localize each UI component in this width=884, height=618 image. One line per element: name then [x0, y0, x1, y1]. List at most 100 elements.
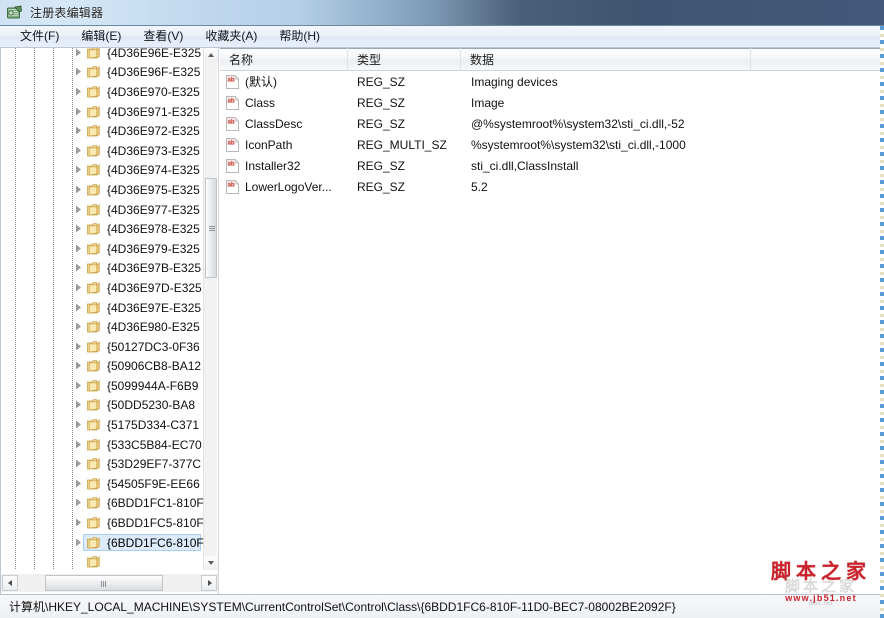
tree-node[interactable]: {4D36E97D-E325 [1, 278, 205, 298]
tree-node[interactable]: {4D36E972-E325 [1, 121, 205, 141]
tree-node[interactable]: {4D36E97B-E325 [1, 259, 205, 279]
tree-node-label: {50DD5230-BA8 [107, 398, 196, 413]
tree-node[interactable]: {4D36E978-E325 [1, 219, 205, 239]
scroll-right-arrow-icon[interactable] [201, 575, 217, 591]
tree-node[interactable]: {4D36E96E-E325 [1, 48, 205, 63]
folder-icon [87, 340, 102, 353]
expand-arrow-icon[interactable] [74, 263, 83, 273]
expand-arrow-icon[interactable] [74, 498, 83, 508]
expand-arrow-icon[interactable] [74, 361, 83, 371]
expand-arrow-icon[interactable] [74, 205, 83, 214]
column-header-data[interactable]: 数据 [461, 48, 751, 71]
title-bar: 注册表编辑器 [0, 0, 884, 26]
scroll-left-arrow-icon[interactable] [2, 575, 18, 591]
content-area: {4D36E96E-E325 {4D36E96F-E325 {4D36E970-E3… [0, 48, 884, 594]
expand-arrow-icon[interactable] [74, 420, 83, 430]
tree-node[interactable]: {4D36E97E-E325 [1, 298, 205, 318]
value-name: Class [245, 95, 276, 110]
menu-favorites[interactable]: 收藏夹(A) [194, 27, 268, 46]
tree-node[interactable]: {4D36E971-E325 [1, 102, 205, 122]
tree-node[interactable]: {4D36E96F-E325 [1, 63, 205, 83]
tree-node-label: {4D36E97D-E325 [107, 280, 202, 295]
svg-text:ab: ab [228, 77, 235, 83]
table-row[interactable]: ab Class REG_SZ Image [220, 92, 884, 113]
table-row[interactable]: ab LowerLogoVer... REG_SZ 5.2 [220, 176, 884, 197]
folder-icon [87, 262, 102, 275]
expand-arrow-icon[interactable] [74, 126, 83, 136]
tree-node[interactable]: {4D36E977-E325 [1, 200, 205, 220]
expand-arrow-icon[interactable] [74, 146, 83, 155]
expand-arrow-icon[interactable] [74, 185, 83, 194]
tree-node-partial[interactable] [1, 552, 205, 570]
menu-edit[interactable]: 编辑(E) [70, 27, 132, 46]
expand-arrow-icon[interactable] [74, 440, 83, 449]
menu-file[interactable]: 文件(F) [9, 27, 70, 46]
expand-arrow-icon[interactable] [74, 303, 83, 312]
expand-arrow-icon[interactable] [74, 400, 83, 410]
expand-arrow-icon[interactable] [74, 342, 83, 351]
tree-node[interactable]: {4D36E980-E325 [1, 317, 205, 337]
tree-node[interactable]: {54505F9E-EE66 [1, 474, 205, 494]
table-row[interactable]: ab Installer32 REG_SZ sti_ci.dll,ClassInsta… [220, 155, 884, 176]
expand-arrow-icon[interactable] [74, 283, 83, 292]
column-header-name[interactable]: 名称 [220, 48, 348, 71]
menu-help[interactable]: 帮助(H) [268, 27, 331, 46]
registry-values-list: ab (默认) REG_SZ Imaging devices ab Class REG_SZ… [220, 71, 884, 197]
tree-node[interactable]: {50906CB8-BA12 [1, 357, 205, 377]
value-name: Installer32 [245, 158, 301, 173]
tree-node-label: {4D36E973-E325 [107, 143, 200, 158]
tree-node[interactable]: {4D36E973-E325 [1, 141, 205, 161]
folder-icon [87, 301, 102, 314]
expand-arrow-icon[interactable] [74, 224, 83, 234]
menu-view[interactable]: 查看(V) [132, 27, 194, 46]
expand-arrow-icon[interactable] [74, 165, 83, 175]
expand-arrow-icon[interactable] [74, 48, 83, 57]
column-header-filler [751, 48, 884, 71]
expand-arrow-icon[interactable] [74, 518, 83, 528]
tree-vertical-scrollbar[interactable] [203, 48, 218, 570]
folder-icon [87, 144, 102, 157]
tree-node[interactable]: {50127DC3-0F36 [1, 337, 205, 357]
tree-horizontal-scrollbar[interactable] [1, 574, 218, 592]
tree-node[interactable]: {4D36E979-E325 [1, 239, 205, 259]
tree-node[interactable]: {5175D334-C371 [1, 415, 205, 435]
table-row[interactable]: ab ClassDesc REG_SZ @%systemroot%\system32\… [220, 113, 884, 134]
tree-node-label: {4D36E96F-E325 [107, 65, 201, 80]
tree-node-label: {4D36E975-E325 [107, 182, 200, 197]
horizontal-scroll-thumb[interactable] [45, 575, 163, 591]
tree-node[interactable]: {53D29EF7-377C [1, 454, 205, 474]
expand-arrow-icon[interactable] [74, 67, 83, 77]
tree-node[interactable]: {4D36E975-E325 [1, 180, 205, 200]
table-row[interactable]: ab IconPath REG_MULTI_SZ %systemroot%\syste… [220, 134, 884, 155]
expand-arrow-icon[interactable] [74, 381, 83, 390]
expand-arrow-icon[interactable] [74, 244, 83, 253]
expand-arrow-icon[interactable] [74, 322, 83, 332]
folder-icon [87, 164, 102, 177]
tree-node[interactable]: {533C5B84-EC70 [1, 435, 205, 455]
expand-arrow-icon[interactable] [74, 479, 83, 488]
tree-node-selected[interactable]: {6BDD1FC6-810F [1, 533, 205, 553]
tree-node-label: {4D36E97E-E325 [107, 300, 202, 315]
string-value-icon: ab [226, 74, 240, 89]
column-header-type[interactable]: 类型 [348, 48, 461, 71]
tree-node[interactable]: {6BDD1FC5-810F [1, 513, 205, 533]
tree-node[interactable]: {6BDD1FC1-810F [1, 494, 205, 514]
tree-node[interactable]: {50DD5230-BA8 [1, 396, 205, 416]
vertical-scroll-thumb[interactable] [205, 178, 217, 278]
registry-editor-icon [6, 5, 23, 21]
tree-node-label: {6BDD1FC1-810F [107, 496, 204, 511]
tree-node[interactable]: {4D36E974-E325 [1, 161, 205, 181]
scroll-up-arrow-icon[interactable] [204, 48, 218, 62]
expand-arrow-icon[interactable] [74, 538, 83, 547]
tree-node[interactable]: {4D36E970-E325 [1, 82, 205, 102]
value-type: REG_SZ [357, 74, 406, 89]
tree-viewport[interactable]: {4D36E96E-E325 {4D36E96F-E325 {4D36E970-E3… [1, 48, 205, 570]
scroll-down-arrow-icon[interactable] [204, 556, 218, 570]
tree-node[interactable]: {5099944A-F6B9 [1, 376, 205, 396]
table-row[interactable]: ab (默认) REG_SZ Imaging devices [220, 71, 884, 92]
expand-arrow-icon[interactable] [74, 87, 83, 96]
tree-node-label: {4D36E979-E325 [107, 241, 200, 256]
expand-arrow-icon[interactable] [74, 107, 83, 116]
tree-node-label: {533C5B84-EC70 [107, 437, 202, 452]
expand-arrow-icon[interactable] [74, 459, 83, 469]
